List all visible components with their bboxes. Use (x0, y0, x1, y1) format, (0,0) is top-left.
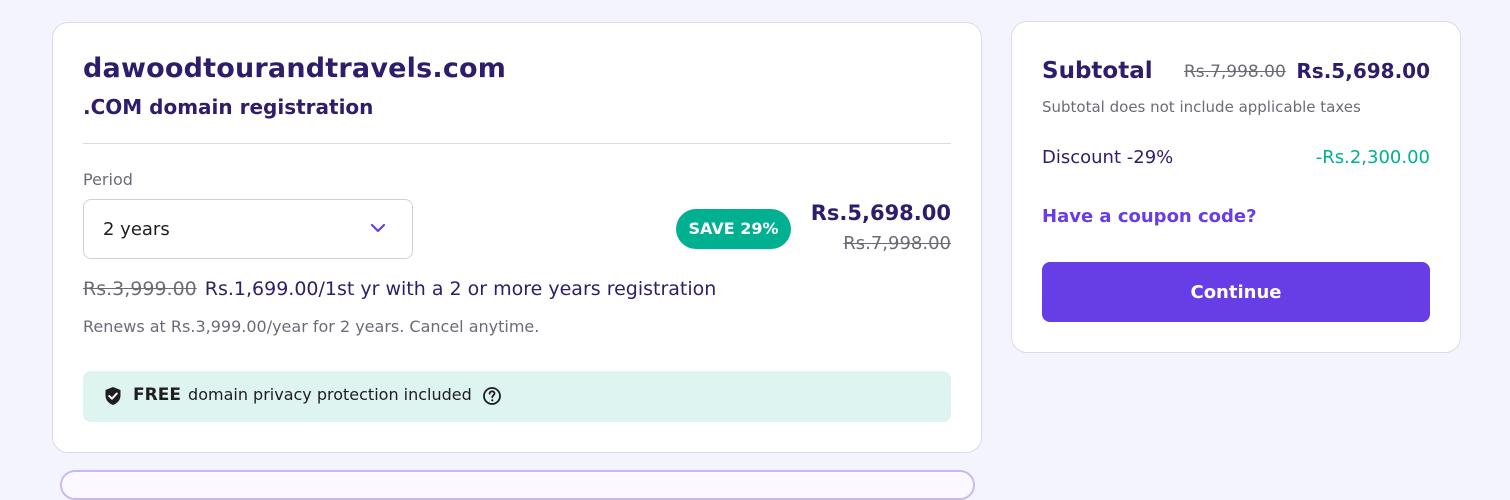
chevron-down-icon (370, 223, 386, 233)
period-label: Period (83, 170, 133, 189)
subtotal-original-price: Rs.7,998.00 (1184, 62, 1286, 82)
promo-line: Rs.3,999.00 Rs.1,699.00/1st yr with a 2 o… (83, 278, 716, 300)
save-badge: SAVE 29% (676, 209, 791, 249)
subtotal-label: Subtotal (1042, 58, 1153, 84)
discount-label: Discount -29% (1042, 147, 1174, 168)
subtotal-price: Rs.5,698.00 (1296, 59, 1430, 83)
privacy-text: FREE domain privacy protection included (133, 385, 472, 405)
coupon-code-link[interactable]: Have a coupon code? (1042, 206, 1257, 227)
order-summary-card: Subtotal Rs.7,998.00 Rs.5,698.00 Subtota… (1011, 21, 1461, 353)
question-circle-icon[interactable] (482, 386, 502, 406)
domain-name: dawoodtourandtravels.com (83, 53, 507, 84)
domain-type-label: .COM domain registration (83, 95, 374, 119)
subtotal-tax-note: Subtotal does not include applicable tax… (1042, 98, 1361, 116)
period-selected-value: 2 years (103, 219, 170, 240)
shield-check-icon (105, 387, 121, 405)
current-price: Rs.5,698.00 (810, 201, 951, 225)
privacy-description: domain privacy protection included (188, 385, 472, 404)
domain-card: dawoodtourandtravels.com .COM domain reg… (52, 22, 982, 453)
promo-text: Rs.1,699.00/1st yr with a 2 or more year… (204, 278, 717, 300)
privacy-free-label: FREE (133, 385, 181, 405)
discount-value: -Rs.2,300.00 (1315, 147, 1430, 168)
divider (83, 143, 951, 144)
continue-button[interactable]: Continue (1042, 262, 1430, 322)
period-select[interactable]: 2 years (83, 199, 413, 259)
promo-old-price: Rs.3,999.00 (83, 278, 197, 300)
privacy-banner: FREE domain privacy protection included (83, 371, 951, 422)
original-price: Rs.7,998.00 (843, 233, 951, 254)
renew-note: Renews at Rs.3,999.00/year for 2 years. … (83, 317, 540, 336)
